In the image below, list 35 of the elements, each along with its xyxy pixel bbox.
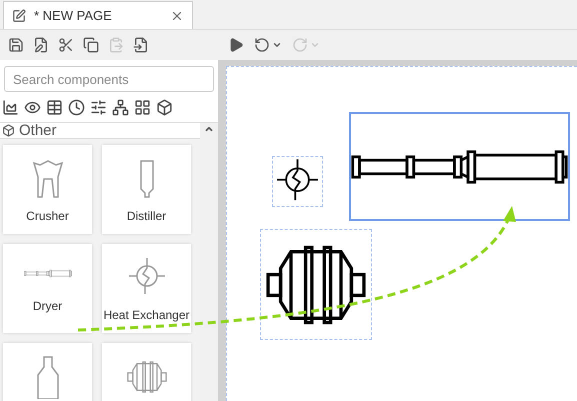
scroll-up-icon[interactable]: [204, 124, 214, 134]
scissors-button[interactable]: [58, 37, 74, 53]
category-label: Other: [19, 123, 57, 138]
heat-exchanger-node[interactable]: [272, 156, 323, 207]
cube-icon: [2, 124, 15, 137]
sliders-icon[interactable]: [90, 99, 107, 116]
search-field[interactable]: Search components: [4, 66, 214, 92]
page-tab[interactable]: * NEW PAGE: [3, 1, 193, 29]
tab-title: * NEW PAGE: [34, 6, 113, 25]
hierarchy-icon[interactable]: [112, 99, 129, 116]
caret-icon[interactable]: [272, 40, 282, 50]
component-label: Heat Exchanger: [103, 307, 190, 324]
filter-node[interactable]: [260, 229, 372, 340]
component-card[interactable]: Dryer: [3, 244, 92, 333]
play-button[interactable]: [228, 37, 244, 53]
copy-button[interactable]: [83, 37, 99, 53]
clock-icon[interactable]: [68, 99, 85, 116]
save-button[interactable]: [8, 37, 24, 53]
dryer-node[interactable]: [349, 112, 570, 221]
component-label: Distiller: [126, 208, 166, 225]
component-card[interactable]: Heat Exchanger: [102, 244, 191, 333]
eye-icon[interactable]: [24, 99, 41, 116]
save-as-button[interactable]: [33, 37, 49, 53]
component-label: Crusher: [26, 208, 69, 225]
grid-icon[interactable]: [134, 99, 151, 116]
cube-icon[interactable]: [156, 99, 173, 116]
edit-icon: [12, 8, 26, 22]
area-chart-icon[interactable]: [2, 99, 19, 116]
component-card[interactable]: Crusher: [3, 145, 92, 234]
component-card[interactable]: Distiller: [102, 145, 191, 234]
category-header[interactable]: Other: [0, 123, 200, 139]
component-label: Dryer: [32, 298, 62, 315]
undo-button[interactable]: [254, 37, 282, 53]
file-button[interactable]: [133, 37, 149, 53]
table-icon[interactable]: [46, 99, 63, 116]
